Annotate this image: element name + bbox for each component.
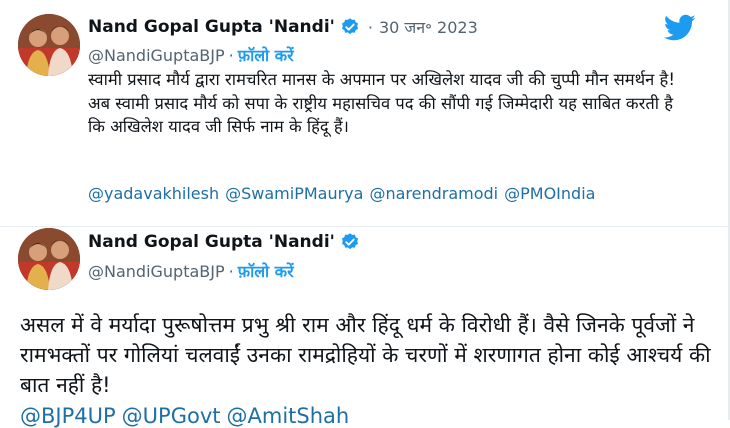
author-handle[interactable]: @NandiGuptaBJP [88, 262, 225, 281]
separator-dot: · [367, 17, 373, 37]
handle-line: @NandiGuptaBJP · फ़ॉलो करें [88, 260, 294, 282]
author-name[interactable]: Nand Gopal Gupta 'Nandi' [88, 17, 335, 37]
avatar[interactable] [18, 14, 80, 76]
mention-link[interactable]: @BJP4UP [20, 404, 116, 428]
mention-link[interactable]: @AmitShah [227, 404, 350, 428]
mention-link[interactable]: @PMOIndia [504, 184, 595, 203]
author-line: Nand Gopal Gupta 'Nandi' [88, 232, 360, 252]
mention-link[interactable]: @SwamiPMaurya [225, 184, 363, 203]
tweet-date[interactable]: 30 जन॰ 2023 [379, 16, 478, 38]
mention-link[interactable]: @UPGovt [122, 404, 221, 428]
separator-dot: · [228, 45, 234, 65]
embedded-tweets-panel: Nand Gopal Gupta 'Nandi' · 30 जन॰ 2023 @… [0, 0, 730, 428]
tweet-text: स्वामी प्रसाद मौर्य द्वारा रामचरित मानस … [88, 70, 675, 136]
separator-dot: · [228, 261, 234, 281]
tweet-1[interactable]: Nand Gopal Gupta 'Nandi' · 30 जन॰ 2023 @… [0, 0, 728, 224]
author-name[interactable]: Nand Gopal Gupta 'Nandi' [88, 232, 335, 252]
verified-badge-icon [340, 17, 360, 37]
handle-line: @NandiGuptaBJP · फ़ॉलो करें [88, 44, 294, 66]
mentions-line: @yadavakhilesh @SwamiPMaurya @narendramodi… [88, 184, 601, 203]
tweet-divider [0, 226, 728, 227]
follow-button[interactable]: फ़ॉलो करें [238, 260, 294, 282]
avatar[interactable] [18, 228, 80, 290]
twitter-bird-icon[interactable] [663, 14, 696, 42]
mentions-line: @BJP4UP @UPGovt @AmitShah [20, 404, 355, 428]
follow-button[interactable]: फ़ॉलो करें [238, 44, 294, 66]
tweet-text: असल में वे मर्यादा पुरूषोत्तम प्रभु श्री… [20, 313, 711, 397]
author-line: Nand Gopal Gupta 'Nandi' · 30 जन॰ 2023 [88, 16, 478, 38]
mention-link[interactable]: @yadavakhilesh [88, 184, 219, 203]
verified-badge-icon [340, 232, 360, 252]
author-handle[interactable]: @NandiGuptaBJP [88, 46, 225, 65]
mention-link[interactable]: @narendramodi [369, 184, 498, 203]
